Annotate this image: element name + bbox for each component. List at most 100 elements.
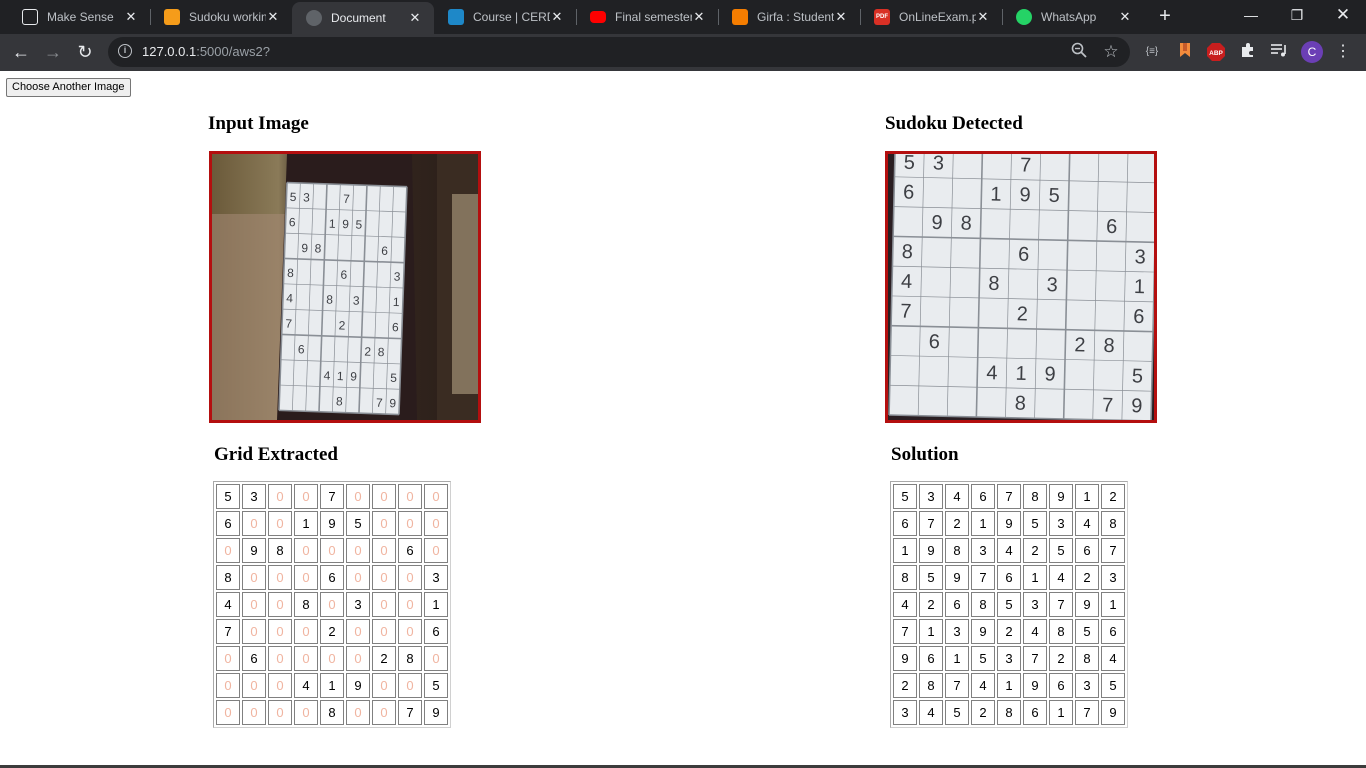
grid-cell: 3: [1075, 673, 1099, 698]
tab-document[interactable]: Document ✕: [292, 2, 434, 34]
tab-close-icon[interactable]: ✕: [692, 9, 706, 25]
back-icon[interactable]: ←: [8, 39, 34, 65]
grid-cell: 9: [346, 673, 370, 698]
input-board-digit: 4: [286, 291, 293, 305]
tab-girfa-student[interactable]: Girfa : Student ✕: [718, 0, 860, 34]
grid-cell: 0: [216, 538, 240, 563]
detected-board-digit: 9: [931, 212, 943, 234]
tab-title: Make Sense: [47, 10, 114, 24]
close-window-icon[interactable]: ✕: [1320, 0, 1366, 32]
detected-board-digit: 5: [1132, 365, 1144, 387]
minimize-icon[interactable]: —: [1228, 0, 1274, 32]
grid-cell: 7: [971, 565, 995, 590]
input-board-digit: 8: [314, 241, 321, 255]
tab-close-icon[interactable]: ✕: [266, 9, 280, 25]
grid-cell: 4: [1101, 646, 1125, 671]
tab-onlineexam-p[interactable]: PDF OnLineExam.p ✕: [860, 0, 1002, 34]
detected-board-digit: 8: [902, 241, 914, 263]
input-board-digit: 6: [392, 320, 399, 334]
tab-close-icon[interactable]: ✕: [976, 9, 990, 25]
new-tab-button[interactable]: +: [1154, 5, 1176, 27]
detected-board-digit: 7: [1102, 394, 1114, 416]
grid-cell: 4: [294, 673, 318, 698]
grid-cell: 8: [893, 565, 917, 590]
tab-close-icon[interactable]: ✕: [408, 10, 422, 26]
detected-board-digit: 8: [1015, 393, 1027, 415]
blogger-icon: [732, 9, 748, 25]
detected-board-digit: 6: [929, 331, 941, 353]
grid-cell: 0: [242, 700, 266, 725]
grid-cell: 6: [1101, 619, 1125, 644]
grid-cell: 0: [268, 592, 292, 617]
reload-icon[interactable]: ↻: [72, 39, 98, 65]
grid-cell: 4: [997, 538, 1021, 563]
detected-board-digit: 6: [903, 181, 915, 203]
site-info-icon[interactable]: i: [118, 44, 132, 58]
bookmark-star-icon[interactable]: ☆: [1101, 42, 1121, 62]
grid-cell: 0: [372, 565, 396, 590]
input-board-digit: 6: [381, 244, 388, 258]
grid-cell: 3: [997, 646, 1021, 671]
tab-whatsapp[interactable]: WhatsApp ✕: [1002, 0, 1144, 34]
tab-close-icon[interactable]: ✕: [834, 9, 848, 25]
grid-cell: 0: [372, 592, 396, 617]
forward-icon[interactable]: →: [40, 39, 66, 65]
grid-cell: 6: [919, 646, 943, 671]
grid-cell: 0: [242, 673, 266, 698]
menu-kebab-icon[interactable]: ⋮: [1333, 42, 1353, 62]
tab-sudoku-workin[interactable]: Sudoku workin ✕: [150, 0, 292, 34]
input-board-digit: 5: [290, 190, 297, 204]
extensions-puzzle-icon[interactable]: [1238, 42, 1258, 62]
tab-title: Sudoku workin: [189, 10, 266, 24]
choose-another-image-button[interactable]: Choose Another Image: [6, 78, 131, 97]
grid-cell: 9: [919, 538, 943, 563]
address-bar[interactable]: i 127.0.0.1:5000/aws2? ☆: [108, 37, 1130, 67]
tab-course-cerd[interactable]: Course | CERD ✕: [434, 0, 576, 34]
grid-cell: 8: [919, 673, 943, 698]
grid-cell: 5: [1101, 673, 1125, 698]
grid-cell: 1: [893, 538, 917, 563]
grid-cell: 0: [372, 619, 396, 644]
table-row: 800060003: [216, 565, 448, 590]
table-row: 098000060: [216, 538, 448, 563]
course-icon: [448, 9, 464, 25]
tab-make-sense[interactable]: Make Sense ✕: [8, 0, 150, 34]
input-board-digit: 8: [326, 293, 333, 307]
tab-separator: [860, 9, 861, 25]
grid-cell: 9: [971, 619, 995, 644]
extension-brackets-icon[interactable]: {≡}: [1142, 42, 1162, 62]
grid-cell: 0: [424, 484, 448, 509]
grid-cell: 0: [346, 565, 370, 590]
browser-toolbar: ← → ↻ i 127.0.0.1:5000/aws2? ☆ {≡} ABP C…: [0, 34, 1366, 71]
tab-close-icon[interactable]: ✕: [124, 9, 138, 25]
table-row: 000419005: [216, 673, 448, 698]
adblock-icon[interactable]: ABP: [1206, 42, 1226, 62]
input-board-digit: 9: [389, 396, 396, 410]
grid-cell: 4: [1023, 619, 1047, 644]
grid-cell: 0: [294, 619, 318, 644]
grid-cell: 5: [1023, 511, 1047, 536]
tab-final-semester[interactable]: Final semester ✕: [576, 0, 718, 34]
detected-board-digit: 8: [960, 213, 972, 235]
grid-cell: 0: [398, 619, 422, 644]
grid-cell: 8: [398, 646, 422, 671]
zoom-icon[interactable]: [1069, 42, 1089, 62]
extension-bookmark-icon[interactable]: [1175, 42, 1195, 62]
detected-board-digit: 7: [1020, 154, 1032, 176]
tab-close-icon[interactable]: ✕: [1118, 9, 1132, 25]
media-queue-icon[interactable]: [1269, 42, 1289, 62]
grid-cell: 2: [1075, 565, 1099, 590]
grid-cell: 3: [919, 484, 943, 509]
grid-cell: 7: [216, 619, 240, 644]
grid-cell: 0: [398, 592, 422, 617]
grid-cell: 3: [346, 592, 370, 617]
grid-cell: 9: [1049, 484, 1073, 509]
profile-avatar[interactable]: C: [1301, 41, 1323, 63]
grid-cell: 6: [1023, 700, 1047, 725]
tab-close-icon[interactable]: ✕: [550, 9, 564, 25]
grid-cell: 1: [1049, 700, 1073, 725]
restore-icon[interactable]: ❐: [1274, 0, 1320, 32]
grid-cell: 6: [216, 511, 240, 536]
grid-cell: 9: [945, 565, 969, 590]
grid-cell: 0: [242, 511, 266, 536]
